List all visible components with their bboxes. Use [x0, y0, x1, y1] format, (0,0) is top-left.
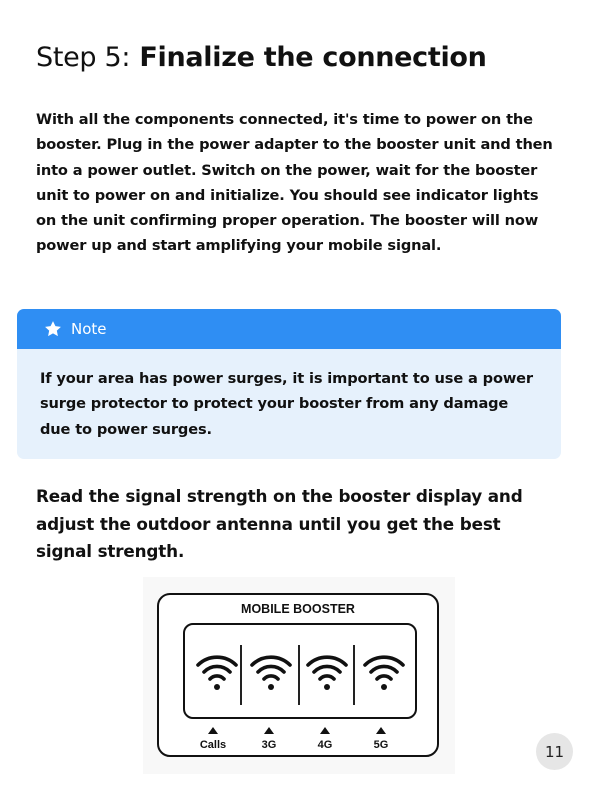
- page-number-badge: 11: [536, 733, 573, 770]
- indicator-arrow: [320, 727, 330, 734]
- step-number: Step 5:: [36, 42, 131, 73]
- band-label-4g: 4G: [317, 739, 333, 751]
- wifi-signal-icon: [306, 655, 348, 690]
- wifi-signal-icon: [363, 655, 405, 690]
- note-callout: Note If your area has power surges, it i…: [17, 309, 561, 459]
- indicator-arrow: [376, 727, 386, 734]
- page-number: 11: [544, 742, 565, 761]
- panel-divider: [240, 645, 242, 705]
- intro-paragraph: With all the components connected, it's …: [36, 111, 553, 255]
- band-label-3g: 3G: [261, 739, 277, 751]
- wifi-signal-icon: [250, 655, 292, 690]
- booster-diagram: MOBILE BOOSTER Calls 3G 4G 5G: [157, 593, 439, 757]
- booster-title: MOBILE BOOSTER: [241, 602, 355, 616]
- page-heading: Step 5: Finalize the connection: [36, 40, 487, 76]
- wifi-signal-icon: [196, 655, 238, 690]
- instruction-paragraph: Read the signal strength on the booster …: [36, 486, 523, 561]
- panel-divider: [298, 645, 300, 705]
- panel-divider: [353, 645, 355, 705]
- note-label: Note: [71, 320, 107, 338]
- indicator-arrow: [208, 727, 218, 734]
- signal-display: [183, 623, 417, 719]
- star-icon: [45, 321, 61, 337]
- indicator-arrow: [264, 727, 274, 734]
- band-label-5g: 5G: [373, 739, 389, 751]
- band-label-calls: Calls: [199, 739, 227, 751]
- note-text: If your area has power surges, it is imp…: [40, 370, 533, 438]
- step-title: Finalize the connection: [139, 42, 487, 73]
- note-header: Note: [17, 309, 561, 349]
